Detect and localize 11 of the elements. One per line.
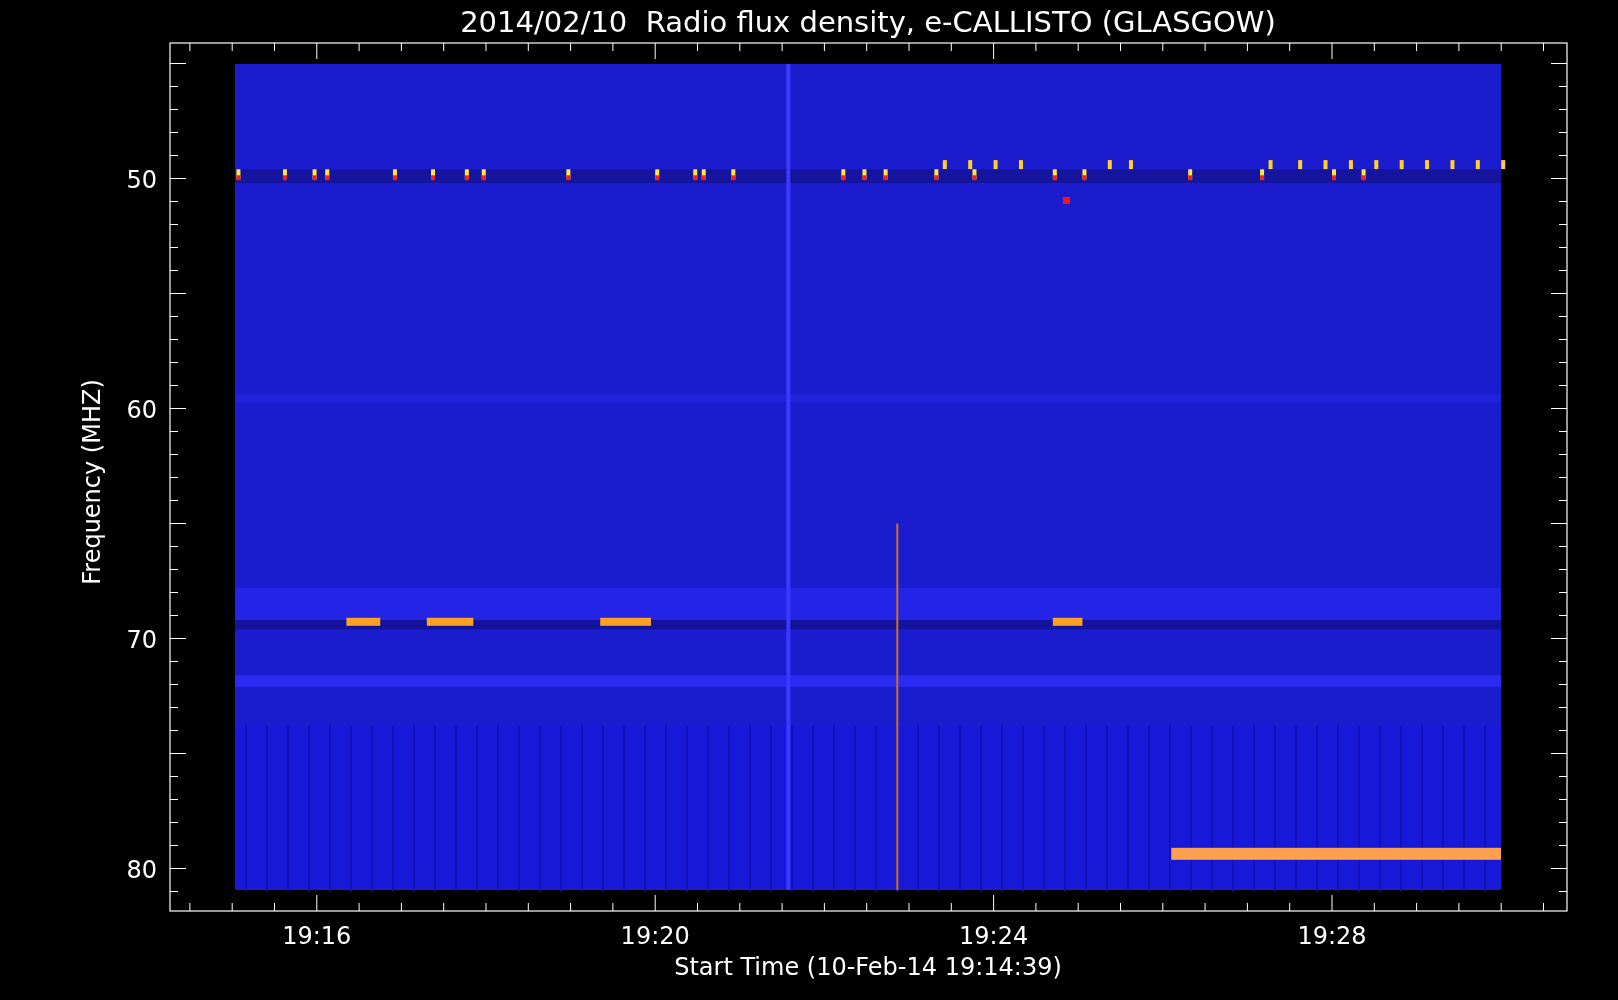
chart-title: 2014/02/10 Radio flux density, e-CALLISTO (GLASGOW) [460,5,1276,39]
y-axis-label: Frequency (MHZ) [78,379,106,585]
x-tick-label: 19:28 [1297,922,1367,950]
x-axis-label: Start Time (10-Feb-14 19:14:39) [674,953,1062,981]
y-tick-label: 50 [126,165,157,194]
x-tick-label: 19:20 [620,922,690,950]
y-tick-label: 60 [126,395,157,424]
x-tick-label: 19:24 [959,922,1029,950]
y-tick-label: 80 [126,855,157,884]
y-tick-label: 70 [126,625,157,654]
x-tick-label: 19:16 [282,922,352,950]
